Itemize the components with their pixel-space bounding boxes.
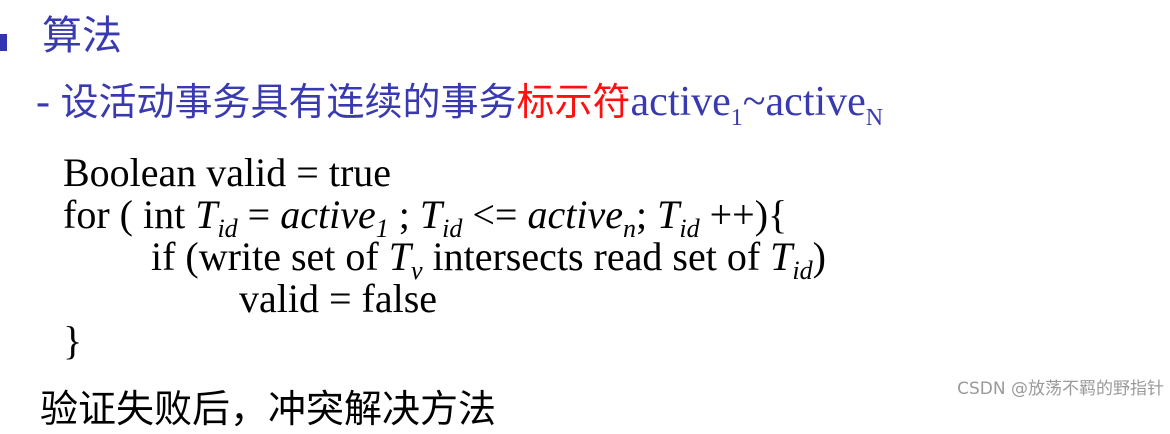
slide-heading: 算法 [42, 13, 122, 59]
var-t: T [770, 234, 793, 279]
subtitle-text: 设活动事务具有连续的事务 [60, 80, 517, 124]
active-var-n-sub: N [865, 105, 884, 131]
subtitle-line: - 设活动事务具有连续的事务标示符active1~activeN [36, 74, 883, 130]
subtitle-highlight: 标示符 [516, 80, 631, 124]
increment: ++){ [699, 192, 788, 237]
pseudocode-block: Boolean valid = true for ( int Tid = act… [63, 152, 826, 362]
for-keyword: for ( int [63, 192, 196, 237]
bullet-marker [0, 34, 7, 51]
var-t-sub: id [792, 256, 813, 285]
code-line-2: for ( int Tid = active1 ; Tid <= activen… [63, 192, 826, 242]
if-mid: intersects read set of [422, 234, 771, 279]
active-var-n: active [765, 79, 866, 125]
code-line-1: Boolean valid = true [63, 150, 392, 195]
code-line-3: if (write set of Tv intersects read set … [63, 234, 826, 284]
active-var-1-sub: 1 [730, 105, 743, 131]
semicolon: ; [388, 192, 420, 237]
var-t: T [419, 192, 443, 237]
code-line-5: } [63, 318, 83, 363]
code-line-4: valid = false [239, 276, 438, 321]
tilde: ~ [742, 79, 766, 125]
var-active: active [527, 192, 623, 237]
less-equal: <= [462, 192, 528, 237]
if-start: if (write set of [151, 234, 389, 279]
equals: = [237, 192, 281, 237]
var-t: T [195, 192, 218, 237]
watermark: CSDN @放荡不羁的野指针 [957, 379, 1164, 399]
var-active: active [280, 192, 376, 237]
var-t: T [388, 234, 411, 279]
if-end: ) [812, 234, 826, 279]
subtitle-dash: - [36, 79, 61, 125]
bottom-text: 验证失败后，冲突解决方法 [40, 387, 497, 431]
active-var-1: active [630, 79, 731, 125]
var-t: T [657, 192, 680, 237]
semicolon: ; [635, 192, 658, 237]
